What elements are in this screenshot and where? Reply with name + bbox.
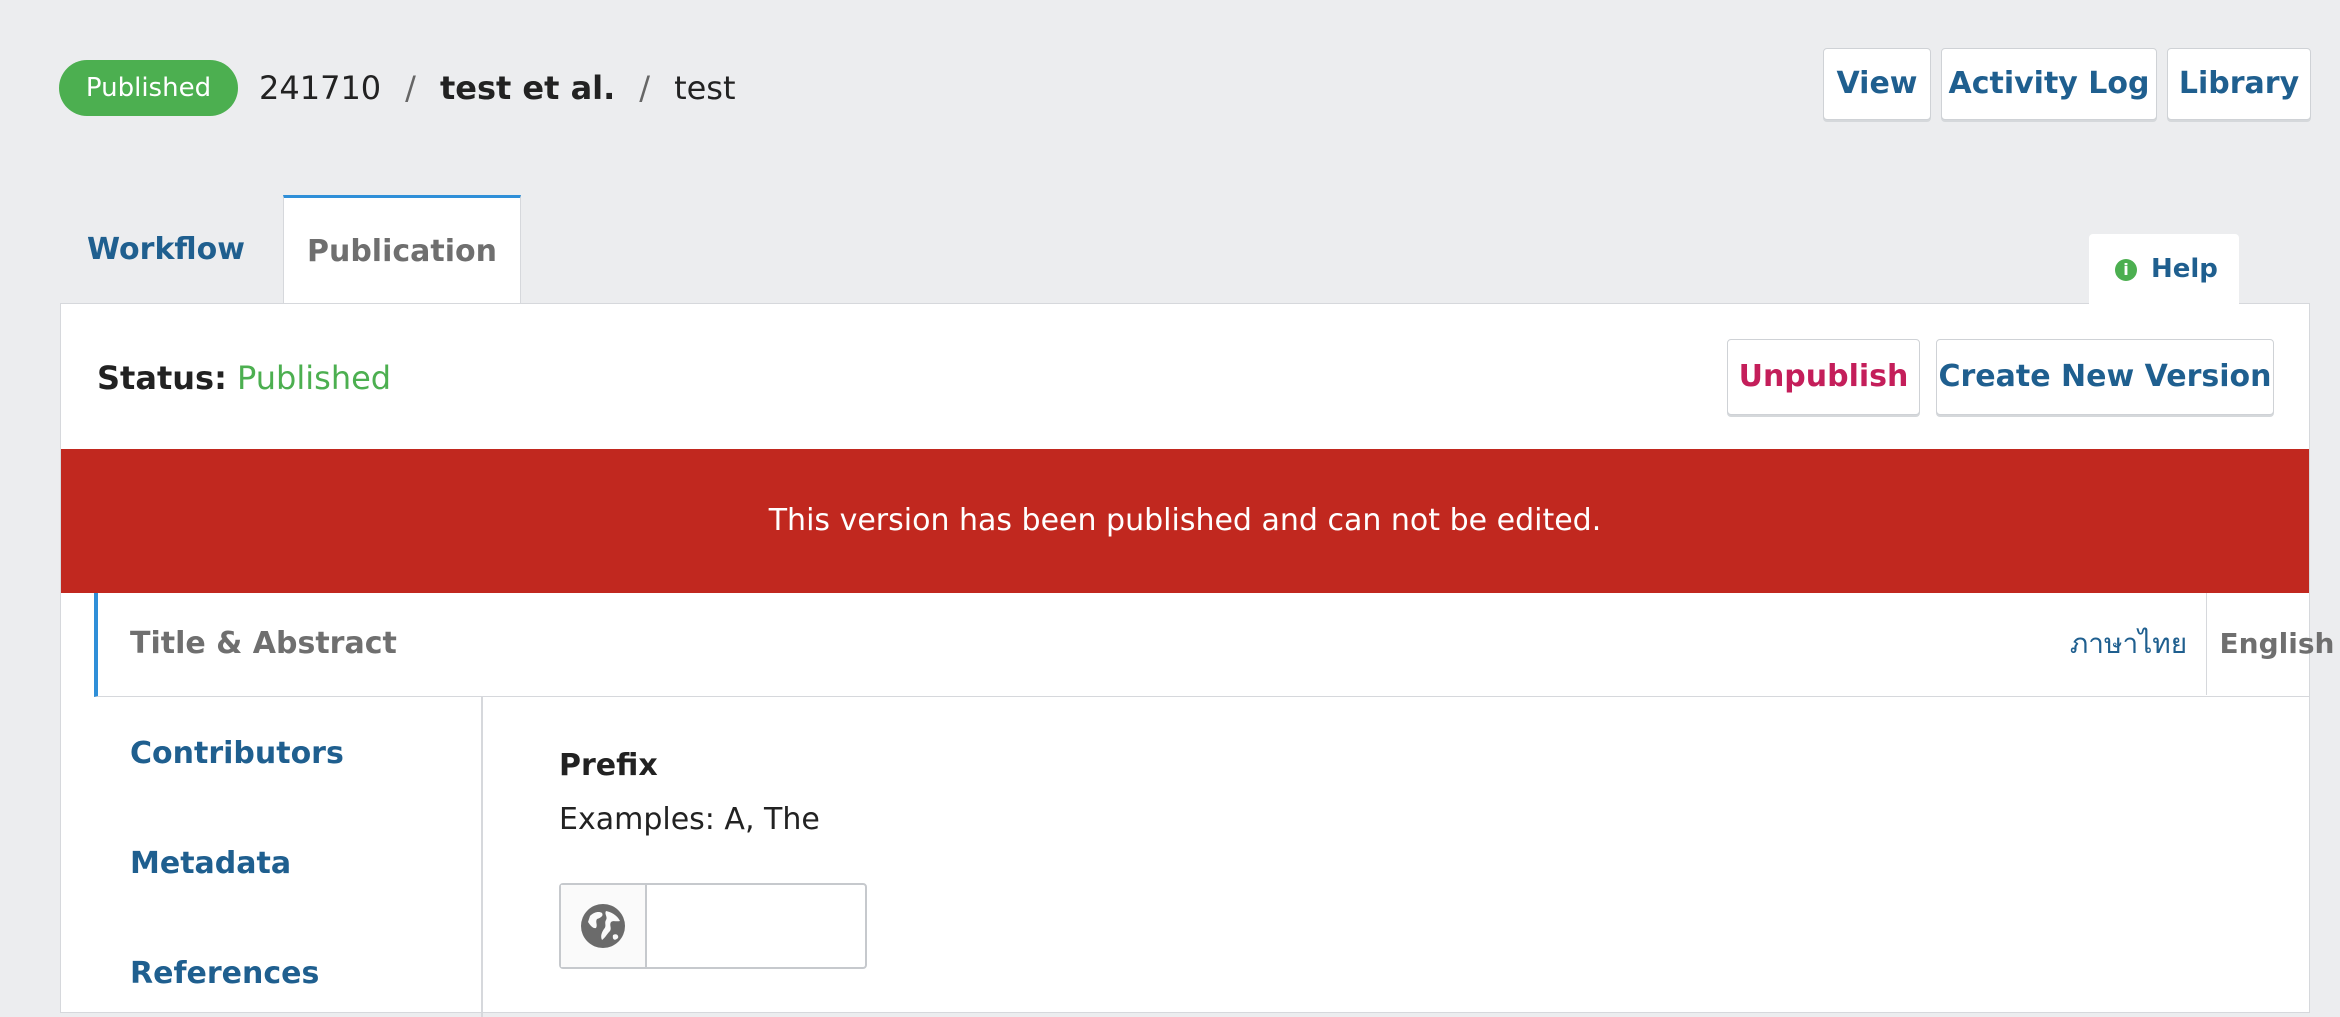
title-abstract-form: Prefix Examples: A, The [483,697,2309,1017]
publication-panel: Status: Published Unpublish Create New V… [60,303,2334,1017]
create-new-version-button[interactable]: Create New Version [1936,339,2274,415]
submission-title: test [674,69,736,107]
activity-log-button[interactable]: Activity Log [1941,48,2157,120]
library-button[interactable]: Library [2167,48,2311,120]
publication-status-row: Status: Published Unpublish Create New V… [61,304,2309,449]
language-tab-english[interactable]: English [2206,593,2340,695]
prefix-input[interactable] [647,885,865,967]
section-title-abstract[interactable]: Title & Abstract [130,593,397,695]
breadcrumb-separator: / [405,69,416,107]
breadcrumb-separator: / [639,69,651,107]
nav-item-contributors[interactable]: Contributors [130,730,344,778]
view-button[interactable]: View [1823,48,1931,120]
language-tab-thai[interactable]: ภาษาไทย [2058,593,2199,695]
help-label: Help [2151,254,2218,284]
publication-status: Status: Published [97,354,391,402]
prefix-label: Prefix [559,748,658,783]
status-label: Status: [97,359,227,397]
tab-workflow[interactable]: Workflow [60,196,272,304]
help-button[interactable]: i Help [2089,234,2239,304]
info-icon: i [2115,259,2137,281]
status-badge: Published [59,60,238,116]
prefix-input-group [559,883,867,969]
unpublish-button[interactable]: Unpublish [1727,339,1920,415]
submission-authors: test et al. [439,69,616,107]
breadcrumb: 241710 / test et al. / test [259,64,736,112]
nav-item-references[interactable]: References [130,950,319,998]
tab-publication[interactable]: Publication [283,195,521,303]
submission-id: 241710 [259,69,382,107]
globe-icon[interactable] [561,885,647,967]
published-notice: This version has been published and can … [61,449,2309,593]
status-value: Published [237,359,392,397]
publication-side-nav: Contributors Metadata References [61,697,483,1017]
nav-item-metadata[interactable]: Metadata [130,840,291,888]
section-header: Title & Abstract ภาษาไทย English [94,593,2334,697]
prefix-description: Examples: A, The [559,802,820,837]
page-header: Published 241710 / test et al. / test View A… [0,0,2340,180]
